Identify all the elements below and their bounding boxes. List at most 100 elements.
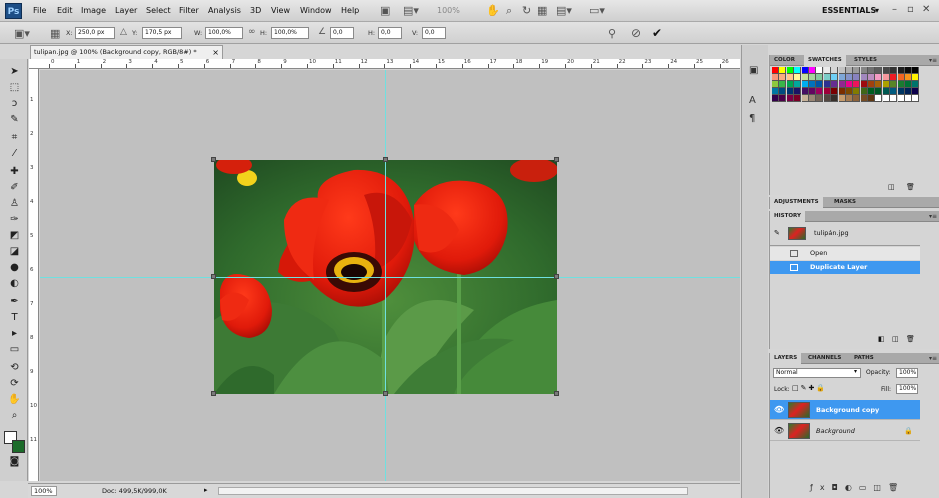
color-swatch[interactable] — [860, 74, 868, 81]
color-swatch[interactable] — [823, 74, 831, 81]
close-document-icon[interactable]: × — [212, 46, 219, 59]
history-panel-menu-icon[interactable]: ▾≡ — [929, 211, 937, 222]
color-swatch[interactable] — [786, 74, 794, 81]
document-tab[interactable]: tulipan.jpg @ 100% (Background copy, RGB… — [30, 45, 223, 59]
color-swatch[interactable] — [860, 95, 868, 102]
color-swatch[interactable] — [868, 81, 876, 88]
vertical-ruler[interactable]: 1 2 3 4 5 6 7 8 9 10 11 — [29, 69, 39, 481]
commit-transform-icon[interactable]: ✔ — [652, 26, 662, 40]
screen-mode-icon[interactable]: ▭▾ — [589, 4, 605, 17]
color-swatch[interactable] — [845, 67, 853, 74]
menu-file[interactable]: File — [33, 6, 46, 15]
color-swatch[interactable] — [801, 88, 809, 95]
grid-icon[interactable]: ▦ — [537, 4, 547, 17]
menu-analysis[interactable]: Analysis — [208, 6, 241, 15]
color-swatch[interactable] — [875, 81, 883, 88]
history-snapshot[interactable]: ✎ tulipán.jpg — [770, 227, 920, 240]
layers-footer-icons[interactable]: ƒx◘◐▭◫🗑 — [810, 483, 905, 492]
visibility-eye-icon[interactable]: 👁 — [774, 421, 784, 441]
new-snapshot-icon[interactable]: ◫ — [892, 335, 899, 343]
transform-handle-top-left[interactable] — [211, 157, 216, 162]
vertical-guide[interactable] — [385, 70, 386, 481]
x-position-field[interactable]: 250,0 px — [75, 27, 115, 39]
fill-field[interactable]: 100% — [896, 384, 918, 394]
dodge-tool-icon[interactable]: ◐ — [7, 277, 22, 290]
color-swatch[interactable] — [786, 95, 794, 102]
view-extras-icon[interactable]: ▤▾ — [403, 4, 419, 17]
color-swatch[interactable] — [882, 67, 890, 74]
status-menu-arrow-icon[interactable]: ▸ — [204, 486, 208, 494]
clone-stamp-tool-icon[interactable]: ♙ — [7, 197, 22, 210]
3d-orbit-tool-icon[interactable]: ⟳ — [7, 377, 22, 390]
gradient-tool-icon[interactable]: ◪ — [7, 245, 22, 258]
color-swatch[interactable] — [823, 88, 831, 95]
pen-tool-icon[interactable]: ✒ — [7, 295, 22, 308]
color-swatch[interactable] — [875, 95, 883, 102]
color-swatch[interactable] — [831, 88, 839, 95]
warp-mode-icon[interactable]: ⚲ — [608, 27, 616, 40]
color-swatch[interactable] — [794, 95, 802, 102]
width-field[interactable]: 100,0% — [205, 27, 243, 39]
color-swatch[interactable] — [838, 95, 846, 102]
horizontal-skew-field[interactable]: 0,0 — [378, 27, 402, 39]
tab-masks[interactable]: MASKS — [830, 197, 860, 208]
color-swatch[interactable] — [779, 74, 787, 81]
document-size-info[interactable]: Doc: 499,5K/999,0K — [102, 487, 167, 495]
workspace-caret-icon[interactable]: ▾ — [875, 6, 879, 15]
color-swatch[interactable] — [890, 67, 898, 74]
color-swatch[interactable] — [779, 95, 787, 102]
restore-button[interactable]: ▫ — [907, 4, 914, 15]
color-swatch[interactable] — [912, 88, 920, 95]
color-swatch[interactable] — [875, 88, 883, 95]
color-swatch[interactable] — [845, 74, 853, 81]
color-swatch[interactable] — [772, 95, 779, 102]
color-swatch[interactable] — [801, 81, 809, 88]
height-field[interactable]: 100,0% — [271, 27, 309, 39]
background-color-swatch[interactable] — [12, 440, 25, 453]
color-swatch[interactable] — [912, 81, 920, 88]
color-swatch[interactable] — [838, 81, 846, 88]
color-swatch[interactable] — [794, 74, 802, 81]
cancel-transform-icon[interactable]: ⊘ — [631, 26, 641, 40]
color-swatch[interactable] — [816, 74, 824, 81]
close-button[interactable]: ✕ — [922, 4, 930, 15]
color-swatch[interactable] — [868, 67, 876, 74]
color-swatch[interactable] — [868, 74, 876, 81]
menu-edit[interactable]: Edit — [57, 6, 73, 15]
color-swatch[interactable] — [897, 74, 905, 81]
spot-healing-tool-icon[interactable]: ✚ — [7, 165, 22, 178]
color-swatch[interactable] — [853, 88, 861, 95]
type-tool-icon[interactable]: T — [7, 311, 22, 324]
color-swatch[interactable] — [823, 95, 831, 102]
color-swatch[interactable] — [882, 74, 890, 81]
color-swatch[interactable] — [816, 81, 824, 88]
color-swatch[interactable] — [905, 67, 913, 74]
color-swatch[interactable] — [801, 74, 809, 81]
color-swatch[interactable] — [853, 81, 861, 88]
arrange-documents-icon[interactable]: ▤▾ — [556, 4, 572, 17]
menu-window[interactable]: Window — [300, 6, 332, 15]
menu-3d[interactable]: 3D — [250, 6, 261, 15]
color-swatch[interactable] — [801, 95, 809, 102]
crop-tool-icon[interactable]: ⌗ — [7, 131, 22, 144]
transform-handle-top-right[interactable] — [554, 157, 559, 162]
hand-tool-icon[interactable]: ✋ — [486, 4, 500, 17]
layer-row-background-copy[interactable]: 👁 Background copy — [770, 400, 920, 420]
color-swatch[interactable] — [860, 81, 868, 88]
bridge-icon[interactable]: ▣ — [380, 4, 390, 17]
color-swatch[interactable] — [823, 67, 831, 74]
color-swatch[interactable] — [779, 67, 787, 74]
transform-handle-bottom-left[interactable] — [211, 391, 216, 396]
history-step-duplicate-layer[interactable]: Duplicate Layer — [770, 261, 920, 274]
tool-preset-icon[interactable]: ▣▾ — [14, 27, 30, 40]
visibility-eye-icon[interactable]: 👁 — [774, 400, 784, 420]
color-swatch[interactable] — [808, 74, 816, 81]
menu-image[interactable]: Image — [81, 6, 106, 15]
brush-tool-icon[interactable]: ✐ — [7, 181, 22, 194]
color-swatch[interactable] — [786, 81, 794, 88]
move-tool-icon[interactable]: ➤ — [7, 65, 22, 78]
transform-handle-bottom-right[interactable] — [554, 391, 559, 396]
color-swatch[interactable] — [772, 74, 779, 81]
tab-paths[interactable]: PATHS — [850, 353, 878, 364]
color-swatch[interactable] — [838, 67, 846, 74]
